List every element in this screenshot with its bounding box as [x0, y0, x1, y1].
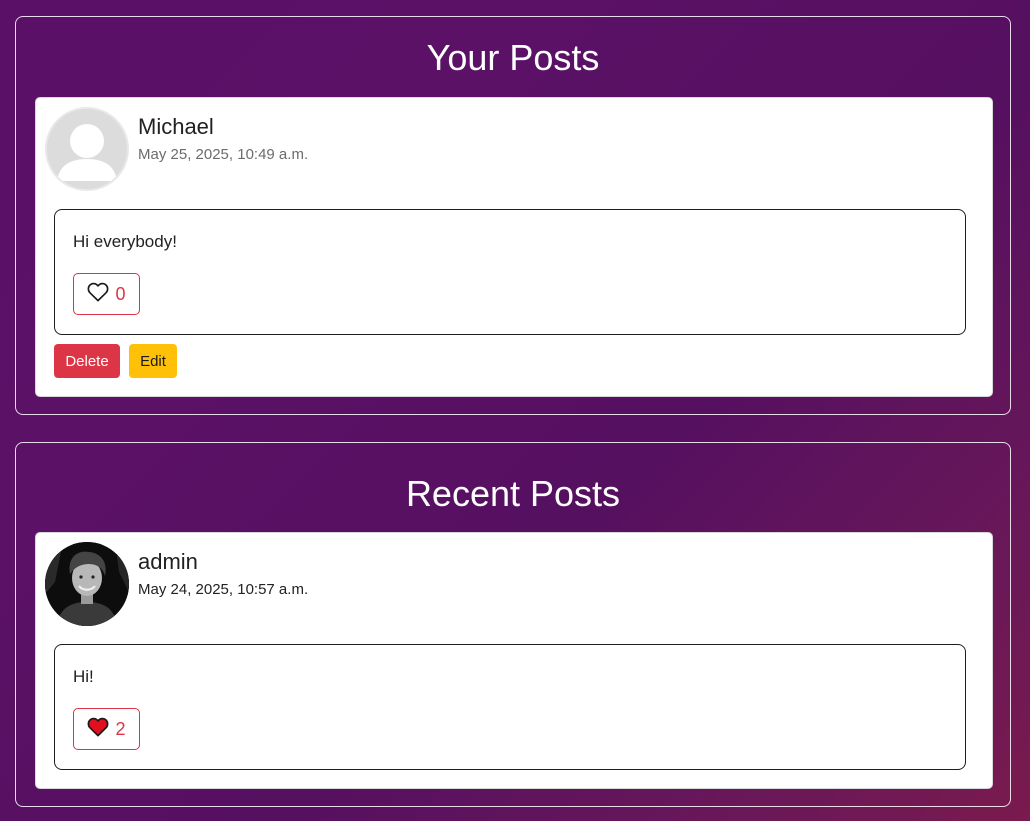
- edit-button[interactable]: Edit: [129, 344, 177, 378]
- post-text: Hi!: [73, 667, 94, 686]
- like-count: 2: [115, 718, 126, 739]
- like-count: 0: [115, 283, 126, 304]
- your-posts-section: Your Posts Michael May 25, 2025, 10:49 a…: [15, 16, 1011, 415]
- post-body: Hi! 2: [54, 644, 966, 770]
- post-author: admin: [138, 549, 198, 574]
- user-photo-avatar: [45, 542, 129, 626]
- heart-outline-icon: [87, 282, 109, 307]
- post-author: Michael: [138, 114, 214, 139]
- delete-button[interactable]: Delete: [54, 344, 120, 378]
- your-posts-title: Your Posts: [426, 37, 600, 78]
- default-avatar-icon: [45, 107, 129, 191]
- recent-posts-title: Recent Posts: [405, 473, 621, 514]
- post-card: admin May 24, 2025, 10:57 a.m. Hi! 2: [35, 532, 993, 789]
- heart-filled-icon: [87, 717, 109, 742]
- like-button[interactable]: 2: [73, 708, 140, 750]
- post-text: Hi everybody!: [73, 232, 177, 251]
- post-card: Michael May 25, 2025, 10:49 a.m. Hi ever…: [35, 97, 993, 397]
- post-timestamp: May 25, 2025, 10:49 a.m.: [138, 146, 309, 163]
- post-body: Hi everybody! 0: [54, 209, 966, 335]
- post-timestamp: May 24, 2025, 10:57 a.m.: [138, 581, 309, 598]
- recent-posts-section: Recent Posts admin May 24, 2025, 10:57 a…: [15, 442, 1011, 807]
- like-button[interactable]: 0: [73, 273, 140, 315]
